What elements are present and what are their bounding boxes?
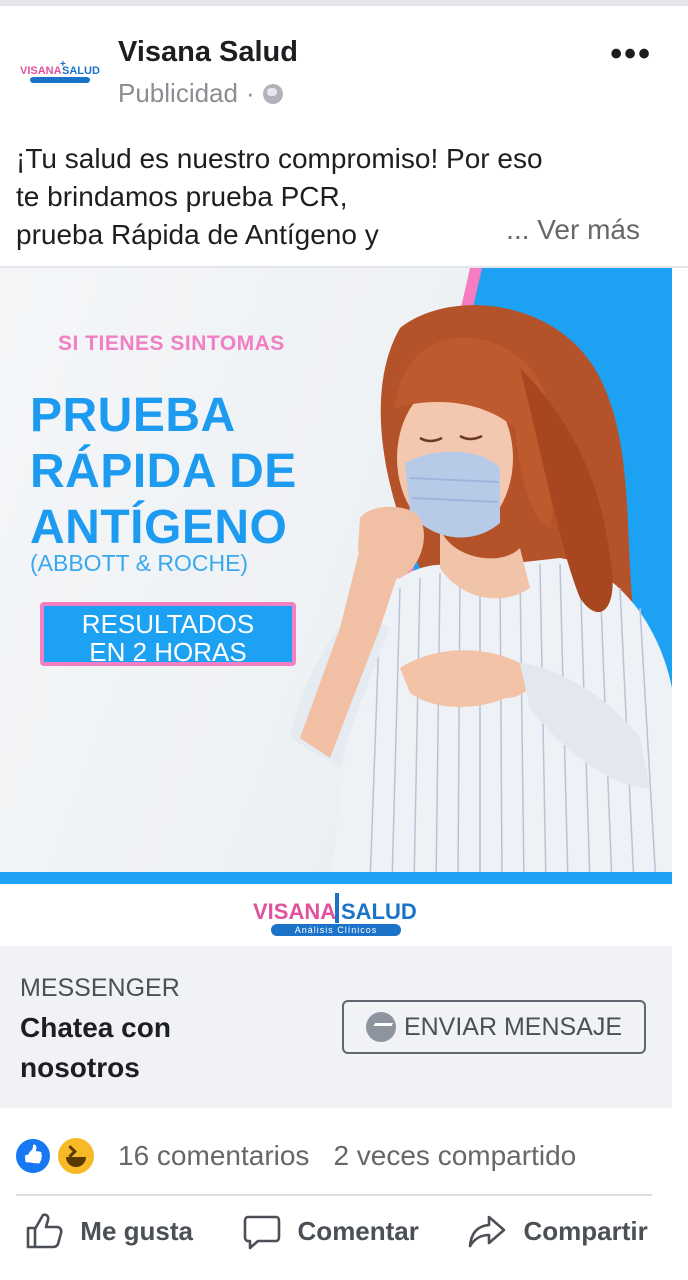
logo-right-text: SALUD [341,899,417,924]
page-avatar[interactable]: VISANA SALUD + [16,30,102,110]
shares-count[interactable]: 2 veces compartido [333,1140,576,1172]
ad-logo-band: VISANA SALUD Análisis Clínicos [0,884,672,946]
send-message-button[interactable]: ENVIAR MENSAJE [342,1000,646,1054]
see-more-link[interactable]: ... Ver más [496,214,640,246]
globe-icon [262,83,283,104]
visana-logo-icon: VISANA SALUD + [20,59,100,83]
comment-icon [243,1215,280,1250]
ad-headline: PRUEBA RÁPIDA DE ANTÍGENO [30,388,297,556]
results-badge: RESULTADOS EN 2 HORAS [40,602,296,666]
share-label: Compartir [523,1215,648,1246]
results-badge-line: EN 2 HORAS [89,637,247,667]
thumbs-up-icon [26,1213,63,1249]
reactions-summary[interactable] [14,1136,96,1176]
results-badge-line: RESULTADOS [81,609,255,639]
ad-brands: (ABBOTT & ROCHE) [30,550,249,576]
comments-count[interactable]: 16 comentarios [118,1140,309,1172]
logo-left-text: VISANA [253,899,336,924]
ad-tagline: SI TIENES SINTOMAS [58,332,285,355]
like-button[interactable]: Me gusta [24,1211,193,1251]
messenger-title: Chatea con nosotros [20,1012,171,1083]
messenger-icon [365,1012,396,1042]
svg-text:SALUD: SALUD [62,65,100,77]
visana-salud-logo: VISANA SALUD Análisis Clínicos [253,893,417,936]
like-reaction-icon [14,1137,52,1175]
comment-button[interactable]: Comentar [242,1211,419,1251]
sponsored-label: Publicidad [118,78,238,108]
messenger-label: MESSENGER [20,974,180,1002]
ad-image[interactable]: SI TIENES SINTOMAS PRUEBA RÁPIDA DE ANTÍ… [0,268,672,884]
ad-bottom-stripe [0,872,672,884]
like-label: Me gusta [80,1215,193,1246]
page-name[interactable]: Visana Salud [118,36,298,69]
ad-headline-line: ANTÍGENO [30,501,288,554]
share-arrow-icon [469,1215,506,1248]
share-button[interactable]: Compartir [467,1211,648,1251]
ad-headline-line: RÁPIDA DE [30,445,297,498]
comment-label: Comentar [297,1215,419,1246]
sponsored-line: Publicidad · [118,78,283,109]
engagement-counts: 16 comentarios 2 veces compartido [118,1140,576,1172]
svg-text:+: + [60,59,66,70]
more-options-icon[interactable]: ••• [610,37,652,71]
post-text-line: te brindamos prueba PCR, [16,181,348,212]
logo-sub-text: Análisis Clínicos [295,925,378,935]
svg-text:VISANA: VISANA [20,65,62,77]
send-message-label: ENVIAR MENSAJE [403,1012,623,1041]
action-bar: Me gusta Comentar Compartir [0,1196,672,1266]
separator-dot: · [245,78,255,108]
top-divider [0,0,688,6]
messenger-cta: MESSENGER Chatea con nosotros ENVIAR MEN… [0,946,672,1108]
ad-headline-line: PRUEBA [30,389,236,442]
haha-reaction-icon [56,1136,96,1176]
post-text-line: ¡Tu salud es nuestro compromiso! Por eso [16,143,543,174]
